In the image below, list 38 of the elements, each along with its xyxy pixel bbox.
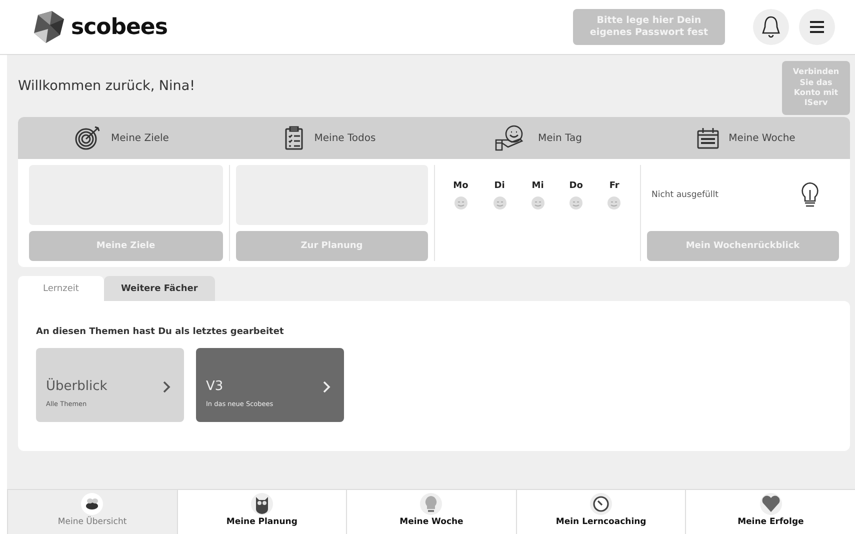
lightbulb-icon [801,182,819,208]
logo-text: scobees [71,14,168,40]
smiley-icon [530,196,545,210]
smiley-icon [492,196,507,210]
clipboard-icon [284,126,304,150]
menu-button[interactable] [799,9,835,45]
status-text: Nicht ausgefüllt [652,190,718,200]
chevron-icon [163,380,171,392]
tab[interactable]: Lernzeit [18,276,104,301]
gauge-icon [590,493,612,515]
section-title: Mein Tag [538,132,582,144]
day-label: Mo [453,180,468,190]
nav-tab[interactable]: Meine Übersicht [7,490,177,534]
bell-icon [761,15,781,39]
heart-icon [760,493,782,515]
day-label: Mi [532,180,544,190]
bee-icon [81,493,104,515]
chevron-icon [323,380,331,392]
day-label: Do [569,180,583,190]
tab[interactable]: Weitere Fächer [104,276,215,301]
day-label: Fr [609,180,620,190]
section-title: Meine Ziele [111,132,169,144]
recent-heading: An diesen Themen hast Du als letztes gearbeitet [36,327,285,337]
owl-icon [250,493,273,515]
menu-icon [810,21,824,33]
day-label: Di [494,180,505,190]
notification-button[interactable] [753,9,789,45]
welcome-text: Willkommen zurück, Nina! [18,78,196,94]
calendar-icon [696,127,719,149]
smiley-icon [607,196,622,210]
section-title: Meine Woche [728,132,796,144]
topic-title: Überblick [46,379,108,394]
smiley-icon [569,196,584,210]
section-title: Meine Todos [314,132,376,144]
lightbulb-icon [420,493,442,515]
smiley-icon [454,196,468,210]
topic-title: V3 [206,379,224,394]
target-icon [75,125,102,151]
